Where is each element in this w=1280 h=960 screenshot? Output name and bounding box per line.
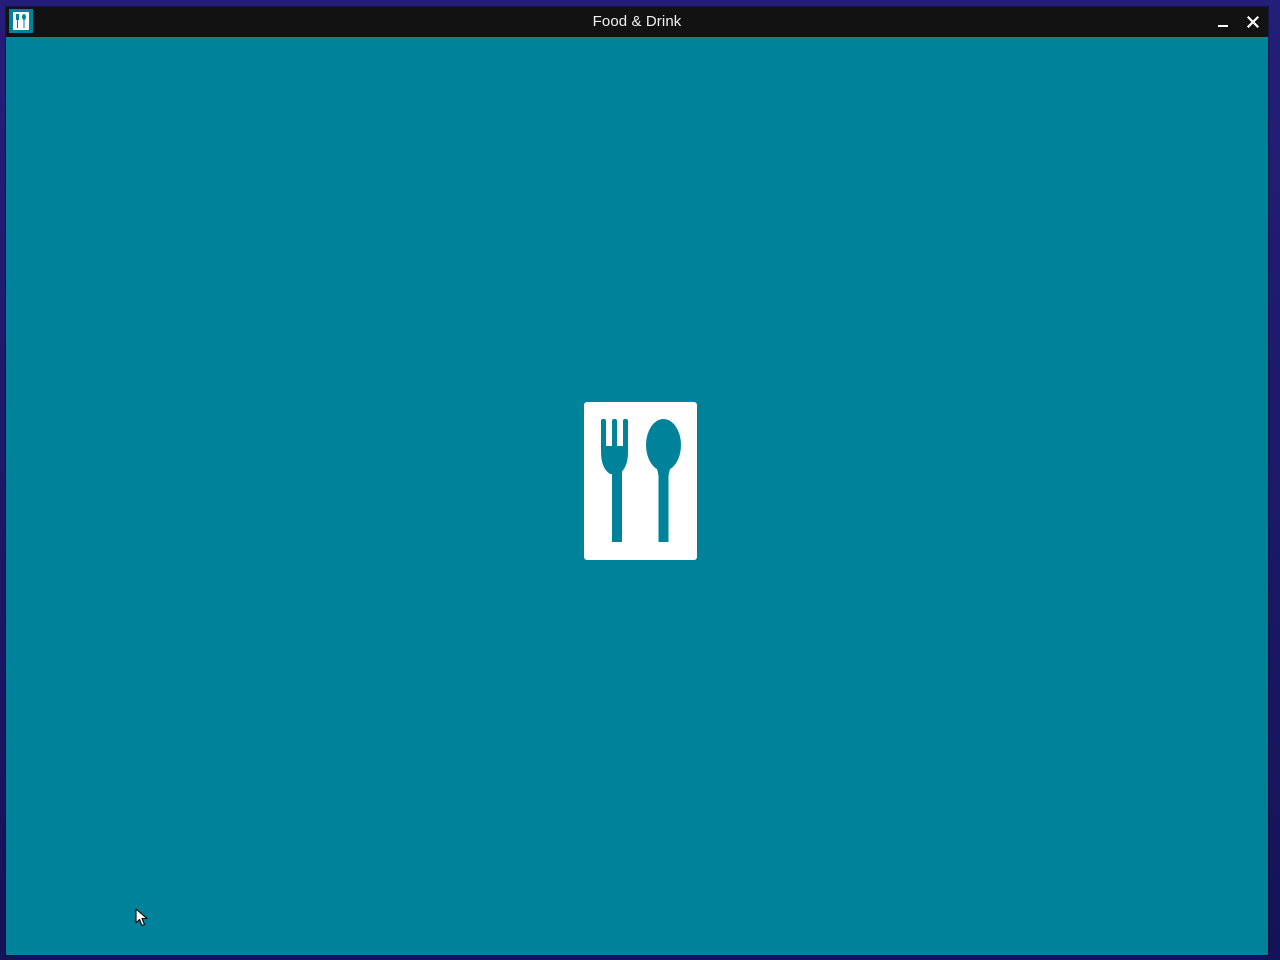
splash-screen [6, 37, 1268, 955]
minimize-button[interactable] [1208, 7, 1238, 37]
title-bar[interactable]: Food & Drink [6, 7, 1268, 37]
window-title: Food & Drink [592, 13, 682, 30]
close-button[interactable] [1238, 7, 1268, 37]
fork-spoon-icon [601, 419, 681, 542]
close-icon [1247, 16, 1259, 28]
mouse-cursor-icon [135, 908, 148, 927]
splash-logo-tile [584, 402, 697, 560]
minimize-icon [1218, 25, 1228, 27]
app-window: Food & Drink [6, 7, 1268, 955]
window-controls [1208, 7, 1268, 37]
